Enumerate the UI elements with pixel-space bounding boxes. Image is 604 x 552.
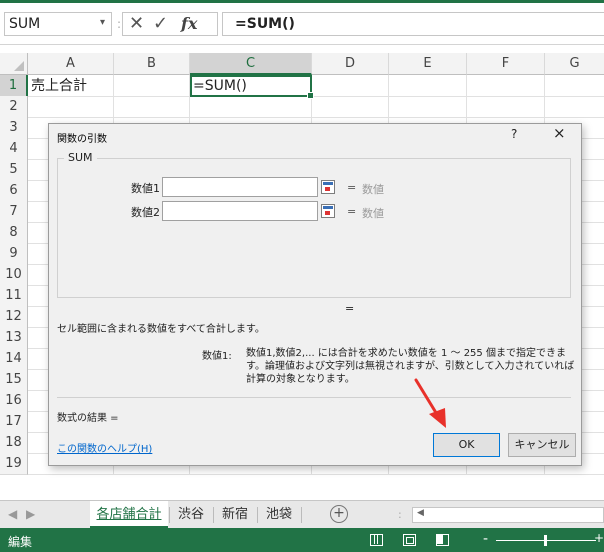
arg1-result: 数値 (362, 183, 384, 196)
cell-g1[interactable] (545, 75, 604, 97)
horizontal-scrollbar[interactable]: ◀ (412, 507, 604, 523)
arg1-equals: = (347, 181, 357, 194)
sheet-tab[interactable]: 池袋 (258, 501, 300, 528)
cell-a2[interactable] (28, 96, 114, 118)
add-sheet-icon[interactable]: + (330, 505, 348, 523)
row-header-19[interactable]: 19 (0, 453, 28, 475)
prev-sheet-icon[interactable]: ◀ (8, 507, 17, 521)
argument-description-text: 数値1,数値2,... には合計を求めたい数値を 1 ～ 255 個まで指定でき… (246, 348, 575, 385)
formula-text: =SUM() (235, 16, 295, 32)
collapse-dialog-icon[interactable] (321, 180, 335, 194)
splitter-handle[interactable]: : (398, 508, 402, 521)
column-header-g[interactable]: G (545, 53, 604, 75)
annotation-arrow-icon (414, 378, 446, 428)
formula-bar-separator: : (117, 17, 122, 31)
page-layout-view-icon[interactable] (403, 534, 416, 546)
row-header-9[interactable]: 9 (0, 243, 28, 265)
sheet-tab[interactable]: 渋谷 (170, 501, 212, 528)
column-header-a[interactable]: A (28, 53, 114, 75)
cell-f2[interactable] (467, 96, 545, 118)
function-help-link[interactable]: この関数のヘルプ(H) (57, 440, 152, 455)
formula-buttons: ✕ ✓ fx (122, 12, 218, 36)
help-icon[interactable]: ? (511, 127, 517, 141)
page-break-view-icon[interactable] (436, 534, 449, 546)
collapse-dialog-icon[interactable] (321, 204, 335, 218)
cell-e2[interactable] (389, 96, 467, 118)
cancel-icon[interactable]: ✕ (129, 13, 144, 35)
argument-description-name: 数値1: (202, 351, 232, 362)
dialog-divider (57, 397, 571, 398)
row-header-18[interactable]: 18 (0, 432, 28, 454)
arguments-group: SUM 数値1 = 数値 数値2 = 数値 (57, 151, 571, 298)
name-box-value: SUM (9, 16, 41, 32)
row-header-15[interactable]: 15 (0, 369, 28, 391)
sheet-tab[interactable]: 新宿 (214, 501, 256, 528)
row-header-11[interactable]: 11 (0, 285, 28, 307)
excel-window: SUM ▾ : ✕ ✓ fx =SUM() A B C D E F G 1 売上合計 =SUM()… (0, 0, 604, 552)
formula-input[interactable]: =SUM() (222, 12, 604, 36)
cell-c2[interactable] (190, 96, 312, 118)
function-result-equals: = (345, 302, 355, 315)
zoom-slider-thumb[interactable] (544, 535, 547, 546)
row-header-10[interactable]: 10 (0, 264, 28, 286)
zoom-out-icon[interactable]: - (483, 531, 488, 547)
row-header-2[interactable]: 2 (0, 96, 28, 118)
cancel-button[interactable]: キャンセル (508, 433, 576, 457)
cell-d1[interactable] (312, 75, 389, 97)
row-header-5[interactable]: 5 (0, 159, 28, 181)
function-name-label: SUM (64, 151, 97, 164)
column-header-c[interactable]: C (190, 53, 312, 75)
cell-f1[interactable] (467, 75, 545, 97)
chevron-down-icon[interactable]: ▾ (100, 17, 105, 28)
cell-b1[interactable] (114, 75, 190, 97)
tab-divider (301, 507, 302, 523)
sheet-tabs-bar: ◀ ▶ 各店舗合計 渋谷 新宿 池袋 + : ◀ (0, 500, 604, 528)
cell-b2[interactable] (114, 96, 190, 118)
arg1-label: 数値1 (131, 182, 160, 195)
row-header-17[interactable]: 17 (0, 411, 28, 433)
zoom-in-icon[interactable]: + (594, 531, 604, 545)
insert-function-icon[interactable]: fx (181, 13, 197, 35)
row-header-8[interactable]: 8 (0, 222, 28, 244)
arg2-label: 数値2 (131, 206, 160, 219)
cell-d2[interactable] (312, 96, 389, 118)
row-header-12[interactable]: 12 (0, 306, 28, 328)
sheet-tab-active[interactable]: 各店舗合計 (90, 501, 168, 528)
dialog-title: 関数の引数 (57, 134, 107, 145)
row-header-1[interactable]: 1 (0, 75, 28, 97)
close-icon[interactable]: × (553, 124, 566, 142)
scroll-left-icon[interactable]: ◀ (417, 508, 424, 518)
row-header-16[interactable]: 16 (0, 390, 28, 412)
cell-e1[interactable] (389, 75, 467, 97)
arg1-input[interactable] (162, 177, 318, 197)
function-description: セル範囲に含まれる数値をすべて合計します。 (57, 324, 265, 335)
cell-g2[interactable] (545, 96, 604, 118)
ok-button[interactable]: OK (433, 433, 500, 457)
column-header-b[interactable]: B (114, 53, 190, 75)
row-header-14[interactable]: 14 (0, 348, 28, 370)
next-sheet-icon[interactable]: ▶ (26, 507, 35, 521)
formula-result-label: 数式の結果 = (57, 413, 119, 424)
select-all-corner[interactable] (0, 53, 28, 75)
column-header-e[interactable]: E (389, 53, 467, 75)
arg2-input[interactable] (162, 201, 318, 221)
row-header-13[interactable]: 13 (0, 327, 28, 349)
column-header-f[interactable]: F (467, 53, 545, 75)
column-header-d[interactable]: D (312, 53, 389, 75)
enter-icon[interactable]: ✓ (153, 13, 168, 35)
cell-a1[interactable]: 売上合計 (28, 75, 114, 97)
edit-mode-indicator: 編集 (8, 535, 33, 549)
active-cell-border (190, 75, 314, 99)
arg2-result: 数値 (362, 207, 384, 220)
row-header-6[interactable]: 6 (0, 180, 28, 202)
status-bar: 編集 - + (0, 528, 604, 552)
formula-bar: SUM ▾ : ✕ ✓ fx =SUM() (0, 3, 604, 45)
row-header-7[interactable]: 7 (0, 201, 28, 223)
arg2-equals: = (347, 205, 357, 218)
row-header-4[interactable]: 4 (0, 138, 28, 160)
function-arguments-dialog: 関数の引数 ? × SUM 数値1 = 数値 数値2 = 数値 = セル範囲に含… (48, 123, 582, 466)
row-header-3[interactable]: 3 (0, 117, 28, 139)
normal-view-icon[interactable] (370, 534, 383, 546)
name-box[interactable]: SUM ▾ (4, 12, 112, 36)
